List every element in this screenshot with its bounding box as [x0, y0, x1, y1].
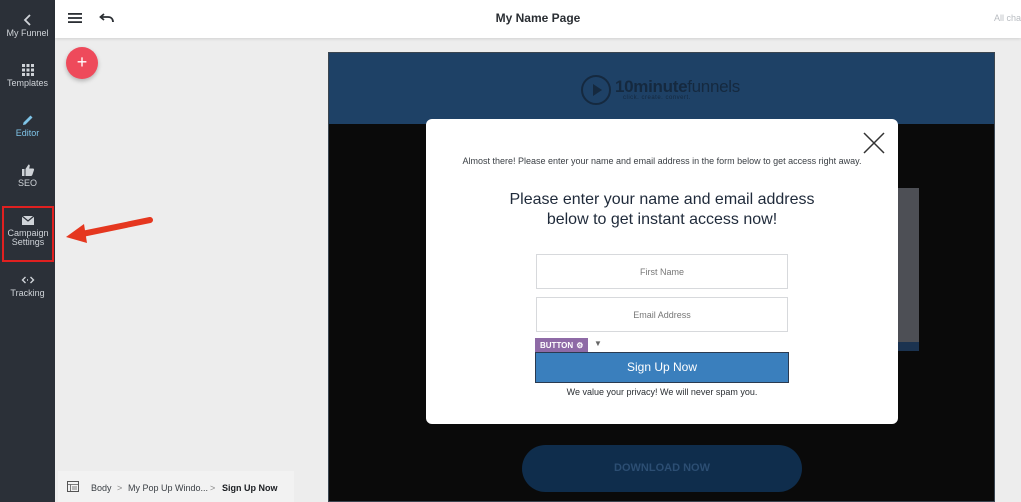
sidebar-item-tracking[interactable]: Tracking — [0, 273, 55, 298]
canvas-header: 10minutefunnels click. create. convert. — [329, 53, 994, 124]
chevron-left-icon — [23, 14, 31, 26]
breadcrumb: Body > My Pop Up Windo... > Sign Up Now — [58, 471, 294, 502]
sidebar-item-label: Settings — [11, 237, 45, 247]
top-bar: My Name Page All cha — [55, 0, 1021, 38]
breadcrumb-item-current[interactable]: Sign Up Now — [222, 483, 278, 493]
sidebar-item-label: Editor — [15, 128, 40, 138]
sidebar-item-label: My Funnel — [6, 28, 49, 38]
grid-icon — [21, 64, 34, 76]
popup-window: Almost there! Please enter your name and… — [426, 119, 898, 424]
breadcrumb-item-body[interactable]: Body — [91, 483, 112, 493]
download-now-button[interactable]: DOWNLOAD NOW — [522, 445, 802, 492]
sidebar-item-label: Tracking — [10, 288, 45, 298]
close-icon[interactable] — [862, 131, 886, 155]
pencil-icon — [22, 115, 32, 125]
breadcrumb-separator: > — [117, 483, 123, 493]
sidebar-item-my-funnel[interactable]: My Funnel — [0, 13, 55, 38]
first-name-field[interactable] — [536, 254, 788, 289]
envelope-icon — [21, 215, 35, 225]
gear-icon[interactable]: ⚙ — [576, 341, 583, 350]
popup-intro-text: Almost there! Please enter your name and… — [462, 156, 862, 166]
popup-headline: Please enter your name and email address… — [466, 190, 858, 230]
logo-text-light: funnels — [687, 77, 740, 96]
sidebar-item-seo[interactable]: SEO — [0, 163, 55, 188]
logo-text-bold: 10minute — [615, 77, 688, 96]
email-field[interactable] — [536, 297, 788, 332]
add-element-button[interactable]: + — [66, 47, 98, 79]
code-icon — [21, 276, 34, 284]
sidebar-item-label: SEO — [17, 178, 37, 188]
button-element-tag[interactable]: BUTTON ⚙ — [535, 338, 589, 353]
breadcrumb-item-popup-window[interactable]: My Pop Up Windo... — [128, 483, 208, 493]
sign-up-button[interactable]: Sign Up Now — [535, 352, 789, 383]
sidebar-item-label: Templates — [6, 78, 49, 88]
popup-headline-line1: Please enter your name and email address — [509, 191, 815, 208]
privacy-text: We value your privacy! We will never spa… — [566, 387, 758, 397]
logo-tagline: click. create. convert. — [623, 95, 691, 101]
chevron-down-icon[interactable]: ▼ — [594, 339, 602, 348]
left-sidebar: My Funnel Templates Editor SEO Campaign … — [0, 0, 55, 502]
popup-headline-line2: below to get instant access now! — [546, 211, 778, 228]
breadcrumb-separator: > — [210, 483, 216, 493]
sidebar-item-templates[interactable]: Templates — [0, 63, 55, 88]
brand-logo: 10minutefunnels click. create. convert. — [581, 73, 751, 107]
sidebar-item-editor[interactable]: Editor — [0, 113, 55, 138]
play-logo-icon — [581, 75, 611, 105]
annotation-arrow-icon — [66, 217, 153, 243]
topbar-status-text: All cha — [993, 13, 1021, 23]
button-tag-label: BUTTON — [540, 341, 574, 350]
layers-panel-icon[interactable] — [67, 481, 79, 492]
sidebar-item-campaign-settings[interactable]: Campaign Settings — [2, 206, 54, 262]
page-title: My Name Page — [495, 11, 581, 25]
thumbs-up-icon — [21, 164, 34, 176]
